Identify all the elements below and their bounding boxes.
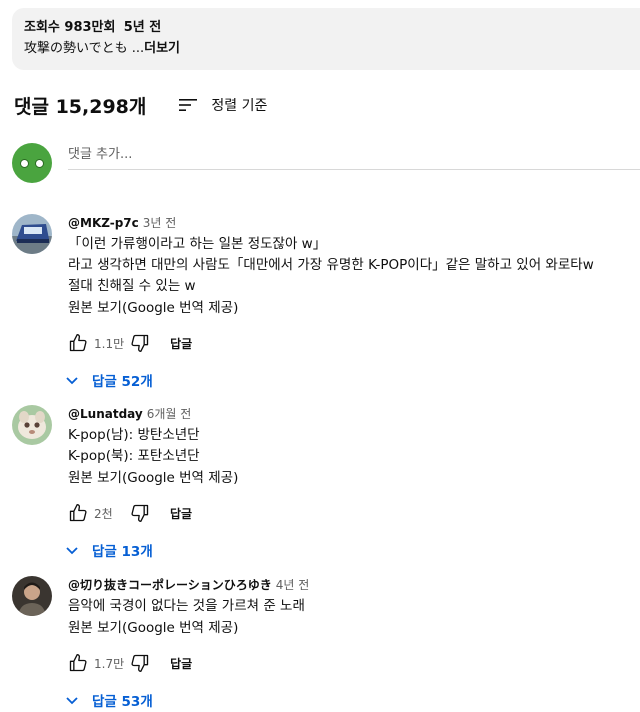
dislike-button[interactable] — [130, 653, 150, 673]
reply-button[interactable]: 답글 — [170, 335, 192, 352]
comment-line: 절대 친해질 수 있는 w — [68, 278, 196, 294]
sort-button[interactable]: 정렬 기준 — [179, 95, 267, 115]
thumbs-up-icon — [69, 334, 87, 352]
description-text-line: 攻撃の勢いでとも ...더보기 — [24, 39, 640, 59]
description-panel[interactable]: 조회수 983만회 5년 전 攻撃の勢いでとも ...더보기 — [12, 8, 640, 70]
chevron-down-icon — [66, 377, 78, 385]
chevron-down-icon — [66, 697, 78, 705]
thumbs-up-icon — [69, 504, 87, 522]
my-avatar — [12, 143, 52, 183]
comment-text: K-pop(남): 방탄소년단 K-pop(북): 포탄소년단 — [68, 425, 640, 467]
comment-actions: 1.7만 답글 — [68, 647, 640, 679]
upload-age: 5년 전 — [123, 20, 162, 35]
thumbs-up-icon — [69, 654, 87, 672]
chevron-down-icon — [66, 547, 78, 555]
comment-author[interactable]: @MKZ-p7c — [68, 216, 139, 230]
thumbs-down-icon — [131, 504, 149, 522]
replies-count: 답글 53개 — [92, 694, 153, 710]
avatar[interactable] — [12, 576, 52, 616]
replies-count: 답글 52개 — [92, 374, 153, 390]
comment-line: 「이런 가류행이라고 하는 일본 정도잖아 w」 — [68, 236, 327, 252]
comment-line: 라고 생각하면 대만의 사람도「대만에서 가장 유명한 K-POP이다」같은 말… — [68, 257, 594, 273]
comment-text: 「이런 가류행이라고 하는 일본 정도잖아 w」 라고 생각하면 대만의 사람도… — [68, 234, 640, 297]
reply-button[interactable]: 답글 — [170, 655, 192, 672]
comment-time[interactable]: 6개월 전 — [147, 407, 192, 421]
comment-time[interactable]: 3년 전 — [143, 216, 177, 230]
avatar-eye-right — [35, 159, 44, 168]
like-count: 1.1만 — [94, 336, 125, 351]
like-button[interactable] — [68, 503, 88, 523]
avatar-train-icon — [12, 214, 52, 254]
comment-line: K-pop(북): 포탄소년단 — [68, 448, 200, 464]
show-more-link[interactable]: 더보기 — [144, 41, 180, 56]
comments-count: 댓글 15,298개 — [14, 95, 147, 118]
dislike-button[interactable] — [130, 503, 150, 523]
view-replies-button[interactable]: 답글 13개 — [64, 539, 640, 561]
comment-actions: 2천 답글 — [68, 497, 640, 529]
thumbs-down-icon — [131, 334, 149, 352]
view-original-link[interactable]: 원본 보기(Google 번역 제공) — [68, 468, 640, 489]
like-button[interactable] — [68, 653, 88, 673]
sort-icon — [179, 99, 198, 111]
like-button[interactable] — [68, 333, 88, 353]
description-stats: 조회수 983만회 5년 전 — [24, 18, 640, 38]
comment-line: 음악에 국경이 없다는 것을 가르쳐 준 노래 — [68, 598, 305, 614]
add-comment-row: 댓글 추가... — [12, 143, 640, 183]
avatar-person-icon — [12, 576, 52, 616]
view-count: 조회수 983만회 — [24, 20, 116, 35]
comment-author[interactable]: @Lunatday — [68, 407, 143, 421]
description-text: 攻撃の勢いでとも ... — [24, 41, 145, 56]
comment-author[interactable]: @切り抜きコーポレーションひろゆき — [68, 578, 272, 592]
view-replies-button[interactable]: 답글 53개 — [64, 689, 640, 711]
view-original-link[interactable]: 원본 보기(Google 번역 제공) — [68, 298, 640, 319]
comment-line: K-pop(남): 방탄소년단 — [68, 427, 200, 443]
reply-button[interactable]: 답글 — [170, 505, 192, 522]
comment-actions: 1.1만 답글 — [68, 327, 640, 359]
comment-time[interactable]: 4년 전 — [276, 578, 310, 592]
avatar-creature-icon — [12, 405, 52, 445]
avatar-eye-left — [20, 159, 29, 168]
sort-label: 정렬 기준 — [211, 98, 268, 114]
add-comment-input[interactable]: 댓글 추가... — [68, 145, 640, 170]
dislike-button[interactable] — [130, 333, 150, 353]
replies-count: 답글 13개 — [92, 544, 153, 560]
view-replies-button[interactable]: 답글 52개 — [64, 369, 640, 391]
thumbs-down-icon — [131, 654, 149, 672]
avatar[interactable] — [12, 405, 52, 445]
comment-text: 음악에 국경이 없다는 것을 가르쳐 준 노래 — [68, 596, 640, 617]
avatar[interactable] — [12, 214, 52, 254]
like-count: 1.7만 — [94, 656, 125, 671]
comments-header: 댓글 15,298개 정렬 기준 — [14, 92, 267, 118]
view-original-link[interactable]: 원본 보기(Google 번역 제공) — [68, 618, 640, 639]
like-count: 2천 — [94, 506, 113, 521]
